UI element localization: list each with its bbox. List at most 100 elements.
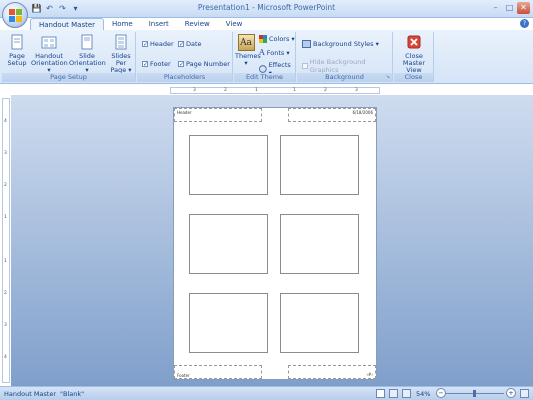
themes-button[interactable]: Aa Themes ▾ [235,34,261,67]
ruler-tick-label: 4 [4,119,7,124]
background-styles-label: Background Styles ▾ [313,40,379,48]
quick-access-toolbar: 💾 ↶ ↷ ▾ [31,3,81,15]
header-label: Header [150,40,174,48]
page-number-checkbox[interactable]: ✓ Page Number [178,60,230,68]
page-setup-icon [11,34,23,50]
close-window-button[interactable]: ✕ [517,2,530,14]
zoom-slider-thumb[interactable] [473,390,476,397]
slide-placeholder-2[interactable] [280,135,359,195]
fonts-icon: A [259,48,265,57]
slideshow-view-icon[interactable] [402,389,411,398]
ruler-tick-label: 2 [4,183,7,188]
office-logo-icon [9,9,22,22]
ruler-tick-label: 3 [4,323,7,328]
colors-button[interactable]: Colors ▾ [259,35,295,43]
date-placeholder[interactable]: 6/18/2006 [288,108,376,122]
ruler-tick-label: 2 [324,88,327,93]
page-number-label: Page Number [186,60,230,68]
background-styles-button[interactable]: Background Styles ▾ [302,40,379,48]
group-label-placeholders: Placeholders [137,73,232,82]
group-edit-theme: Aa Themes ▾ Colors ▾ A Fonts ▾ Effects ▾… [234,32,296,82]
zoom-level[interactable]: 54% [416,390,430,398]
fonts-label: Fonts ▾ [266,48,290,57]
handout-orientation-label: Handout Orientation ▾ [31,52,68,74]
fonts-button[interactable]: A Fonts ▾ [259,48,290,57]
help-icon[interactable]: ? [520,19,529,28]
close-master-view-icon [407,35,421,49]
tab-home[interactable]: Home [104,18,141,30]
title-bar: Presentation1 - Microsoft PowerPoint 💾 ↶… [0,0,533,18]
hide-background-graphics-checkbox[interactable]: Hide Background Graphics [302,58,392,74]
save-icon[interactable]: 💾 [31,3,42,14]
header-placeholder[interactable]: Header [174,108,262,122]
background-group-label: Background [325,73,364,81]
colors-label: Colors ▾ [269,35,295,43]
status-theme-name: "Blank" [60,390,85,398]
header-checkbox[interactable]: ✓ Header [142,40,174,48]
checkbox-icon [302,63,308,69]
hide-background-graphics-label: Hide Background Graphics [309,58,366,74]
footer-checkbox[interactable]: ✓ Footer [142,60,171,68]
undo-icon[interactable]: ↶ [44,3,55,14]
colors-icon [259,35,267,43]
status-view-name: Handout Master [4,390,57,398]
page-number-text: ‹#› [366,372,373,377]
customize-qat-icon[interactable]: ▾ [70,3,81,14]
ruler-tick-label: 4 [4,355,7,360]
close-master-view-label: Close Master View [402,52,426,74]
themes-icon: Aa [237,34,255,51]
normal-view-icon[interactable] [376,389,385,398]
check-icon: ✓ [142,41,149,48]
vertical-ruler: 4 3 2 1 1 2 3 4 [2,98,10,383]
zoom-out-button[interactable]: − [436,388,446,398]
tab-insert[interactable]: Insert [141,18,177,30]
slide-orientation-button[interactable]: Slide Orientation ▾ [69,34,106,74]
footer-placeholder[interactable]: Footer [174,365,262,379]
window-controls: – □ ✕ [489,2,530,14]
slide-sorter-view-icon[interactable] [389,389,398,398]
ruler-tick-label: 3 [193,88,196,93]
office-button[interactable] [2,2,28,28]
themes-label: Themes ▾ [235,52,261,67]
slide-placeholder-4[interactable] [280,214,359,274]
page-setup-label: Page Setup [7,52,27,67]
group-page-setup: Page Setup Handout Orientation ▾ Slide O… [2,32,136,82]
tab-review[interactable]: Review [177,18,218,30]
ruler-tick-label: 1 [4,215,7,220]
handout-page: Header 6/18/2006 Footer ‹#› [173,107,377,380]
handout-orientation-icon [41,36,57,49]
ruler-tick-label: 2 [224,88,227,93]
page-number-placeholder[interactable]: ‹#› [288,365,376,379]
ruler-tick-label: 2 [4,291,7,296]
group-label-close: Close [394,73,433,82]
date-checkbox[interactable]: ✓ Date [178,40,202,48]
group-label-page-setup: Page Setup [2,73,135,82]
date-label: Date [186,40,202,48]
handout-orientation-button[interactable]: Handout Orientation ▾ [31,34,68,74]
check-icon: ✓ [178,61,185,68]
header-text: Header [177,110,192,115]
horizontal-ruler: 3 2 1 1 2 3 [170,87,380,94]
zoom-in-button[interactable]: + [506,388,516,398]
group-background: Background Styles ▾ Hide Background Grap… [297,32,393,82]
slide-placeholder-6[interactable] [280,293,359,353]
footer-label: Footer [150,60,171,68]
group-placeholders: ✓ Header ✓ Date ✓ Footer ✓ Page Number Place… [137,32,233,82]
slide-placeholder-5[interactable] [189,293,268,353]
tab-view[interactable]: View [218,18,251,30]
maximize-button[interactable]: □ [503,2,516,14]
slide-placeholder-3[interactable] [189,214,268,274]
check-icon: ✓ [142,61,149,68]
minimize-button[interactable]: – [489,2,502,14]
close-master-view-button[interactable]: Close Master View [395,34,433,74]
group-close: Close Master View Close [394,32,434,82]
slides-per-page-button[interactable]: Slides Per Page ▾ [106,34,136,74]
redo-icon[interactable]: ↷ [57,3,68,14]
dialog-launcher-icon[interactable]: ↘ [386,73,390,82]
slide-orientation-label: Slide Orientation ▾ [69,52,106,74]
ruler-tick-label: 3 [355,88,358,93]
slide-placeholder-1[interactable] [189,135,268,195]
ruler-tick-label: 3 [4,151,7,156]
fit-to-window-icon[interactable] [520,389,529,398]
page-setup-button[interactable]: Page Setup [4,34,30,67]
